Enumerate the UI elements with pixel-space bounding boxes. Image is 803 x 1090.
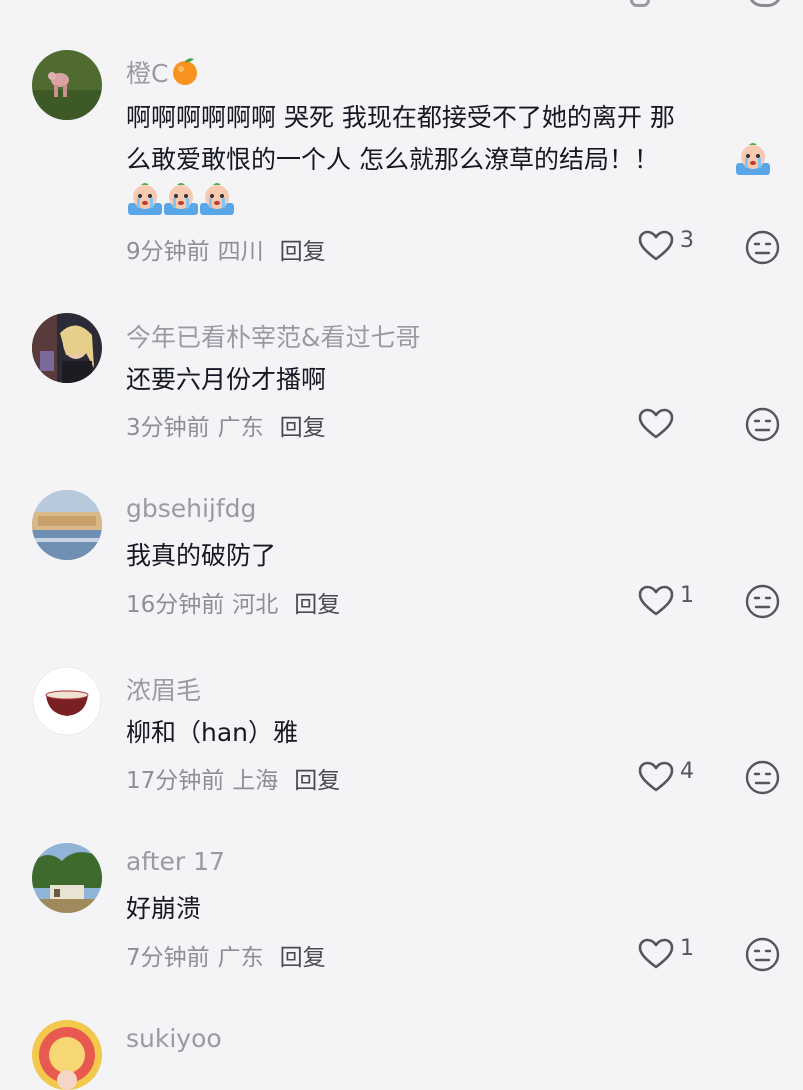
like-button[interactable]: 4 xyxy=(638,758,694,793)
like-button[interactable]: 3 xyxy=(638,227,694,262)
comment-text: 我真的破防了 xyxy=(126,541,277,570)
comment-time: 3分钟前 xyxy=(126,415,210,441)
dislike-button[interactable] xyxy=(745,230,780,265)
dislike-button[interactable] xyxy=(745,937,780,972)
like-button[interactable]: 1 xyxy=(638,935,694,970)
username[interactable]: 橙C xyxy=(126,59,168,88)
dislike-face-icon[interactable] xyxy=(748,0,782,7)
reply-button[interactable]: 回复 xyxy=(280,945,326,971)
avatar[interactable] xyxy=(32,843,102,913)
heart-icon xyxy=(638,408,674,439)
avatar[interactable] xyxy=(32,50,102,120)
crying-sticker-icon xyxy=(198,181,236,217)
reply-button[interactable]: 回复 xyxy=(280,239,326,265)
crying-sticker-icon xyxy=(734,141,772,177)
comment-text: 么敢爱敢恨的一个人 怎么就那么潦草的结局！！ xyxy=(126,145,659,174)
username[interactable]: 浓眉毛 xyxy=(126,671,201,707)
dislike-button[interactable] xyxy=(745,407,780,442)
comment-text: 还要六月份才播啊 xyxy=(126,365,327,394)
like-count: 4 xyxy=(680,758,694,784)
comment-location: 河北 xyxy=(232,592,279,618)
reply-button[interactable]: 回复 xyxy=(294,592,340,618)
crying-sticker-icon xyxy=(162,181,200,217)
heart-icon xyxy=(638,585,674,616)
reply-button[interactable]: 回复 xyxy=(280,415,326,441)
avatar[interactable] xyxy=(32,666,102,736)
heart-icon xyxy=(638,938,674,969)
username[interactable]: after 17 xyxy=(126,847,225,876)
crying-sticker-icon xyxy=(126,181,164,217)
orange-emoji-icon xyxy=(170,56,200,92)
dislike-face-icon xyxy=(745,407,780,442)
username[interactable]: 今年已看朴宰范&看过七哥 xyxy=(126,318,421,354)
comment-text: 啊啊啊啊啊啊 哭死 我现在都接受不了她的离开 那 xyxy=(126,103,675,132)
comment-time: 16分钟前 xyxy=(126,592,225,618)
like-count: 1 xyxy=(680,582,694,608)
comment-time: 7分钟前 xyxy=(126,945,210,971)
avatar[interactable] xyxy=(32,490,102,560)
comment-time: 9分钟前 xyxy=(126,239,210,265)
heart-icon[interactable] xyxy=(630,0,650,7)
dislike-face-icon xyxy=(745,230,780,265)
like-button[interactable] xyxy=(638,408,680,440)
like-count: 3 xyxy=(680,227,694,253)
username[interactable]: sukiyoo xyxy=(126,1024,222,1053)
like-button[interactable]: 1 xyxy=(638,582,694,617)
comment-location: 上海 xyxy=(232,768,279,794)
dislike-face-icon xyxy=(745,584,780,619)
previous-comment-cutoff xyxy=(0,0,803,7)
avatar[interactable] xyxy=(32,313,102,383)
dislike-face-icon xyxy=(745,760,780,795)
heart-icon xyxy=(638,761,674,792)
comment-time: 17分钟前 xyxy=(126,768,225,794)
reply-button[interactable]: 回复 xyxy=(294,768,340,794)
comment-text: 好崩溃 xyxy=(126,894,202,923)
dislike-face-icon xyxy=(745,937,780,972)
comment-location: 广东 xyxy=(217,415,264,441)
comment-text: 柳和（han）雅 xyxy=(126,718,299,747)
dislike-button[interactable] xyxy=(745,760,780,795)
heart-icon xyxy=(638,230,674,261)
comment-location: 四川 xyxy=(217,239,264,265)
like-count: 1 xyxy=(680,935,694,961)
username[interactable]: gbsehijfdg xyxy=(126,494,256,523)
dislike-button[interactable] xyxy=(745,584,780,619)
comment-location: 广东 xyxy=(217,945,264,971)
